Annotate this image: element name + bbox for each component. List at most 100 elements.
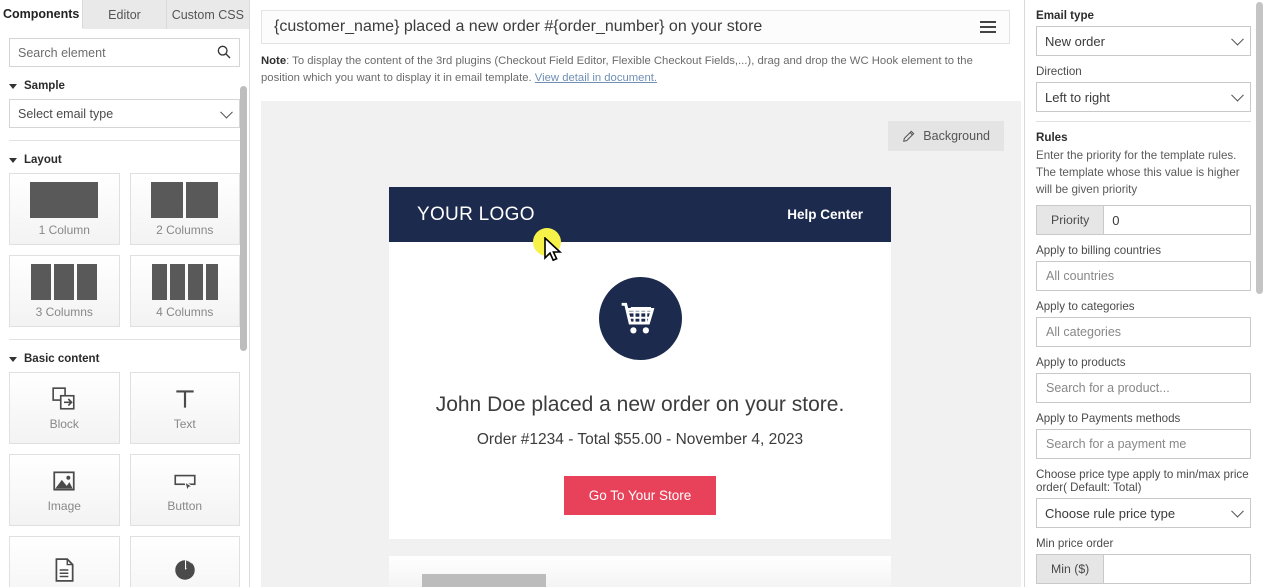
select-email-type[interactable]: Select email type <box>9 99 240 128</box>
note-link[interactable]: View detail in document. <box>535 72 657 84</box>
note-prefix: Note <box>261 55 287 67</box>
min-price-label: Min price order <box>1036 537 1114 551</box>
search-input[interactable] <box>9 38 240 67</box>
chevron-down-icon <box>1231 32 1244 46</box>
direction-value: Left to right <box>1045 89 1111 105</box>
column-preview-icon <box>31 263 98 300</box>
section-layout-label: Layout <box>24 154 62 166</box>
price-type-value: Choose rule price type <box>1045 505 1176 521</box>
content-item-document[interactable] <box>9 536 120 587</box>
panel-divider <box>1036 121 1251 122</box>
email-headline: John Doe placed a new order on your stor… <box>435 393 845 416</box>
cart-badge <box>598 277 682 360</box>
email-fade-strip <box>389 556 891 587</box>
direction-label: Direction <box>1036 65 1082 78</box>
chevron-down-icon <box>9 83 17 89</box>
content-item-label: Block <box>49 416 79 431</box>
email-header: YOUR LOGO Help Center <box>389 187 891 242</box>
email-logo: YOUR LOGO <box>417 203 535 225</box>
help-center-link[interactable]: Help Center <box>787 207 863 222</box>
email-body: John Doe placed a new order on your stor… <box>389 242 891 539</box>
email-subline: Order #1234 - Total $55.00 - November 4,… <box>476 431 804 448</box>
min-price-input[interactable] <box>1103 554 1251 585</box>
tab-components-label: Components <box>2 7 80 21</box>
sidebar-scrollbar[interactable] <box>240 86 247 351</box>
column-preview-icon <box>30 181 99 218</box>
tab-custom-css-label: Custom CSS <box>171 7 244 22</box>
settings-panel-scrollbar[interactable] <box>1256 2 1263 294</box>
subject-text: {customer_name} placed a new order #{ord… <box>274 18 763 35</box>
priority-addon-label: Priority <box>1036 205 1104 236</box>
section-sample[interactable]: Sample <box>9 80 240 92</box>
subject-row: {customer_name} placed a new order #{ord… <box>250 0 1024 44</box>
price-type-label: Choose price type apply to min/max price… <box>1036 468 1249 495</box>
tab-editor-label: Editor <box>108 7 141 22</box>
chevron-down-icon <box>1231 505 1244 518</box>
chevron-down-icon <box>9 356 17 362</box>
content-item-label: Image <box>47 498 81 513</box>
button-icon <box>174 474 196 492</box>
layout-item-label: 1 Column <box>38 222 90 237</box>
editor-note: Note: To display the content of the 3rd … <box>250 44 1024 87</box>
layout-item-2-columns[interactable]: 2 Columns <box>129 173 240 245</box>
payments-input[interactable]: Search for a payment me <box>1036 429 1251 460</box>
content-item-button[interactable]: Button <box>129 454 240 526</box>
chevron-down-icon <box>9 157 17 163</box>
layout-grid: 1 Column 2 Columns 3 Columns 4 Columns <box>9 173 240 327</box>
chevron-down-icon <box>1231 88 1244 102</box>
app-root: Components Editor Custom CSS Sample Sele… <box>0 0 1265 587</box>
content-item-image[interactable]: Image <box>9 454 120 526</box>
block-icon <box>52 386 75 410</box>
payments-label: Apply to Payments methods <box>1036 412 1181 426</box>
priority-input[interactable]: 0 <box>1103 205 1251 236</box>
chevron-down-icon <box>220 105 233 119</box>
priority-group: Priority 0 <box>1036 205 1251 236</box>
background-button-label: Background <box>923 129 990 143</box>
layout-item-1-column[interactable]: 1 Column <box>9 173 120 245</box>
products-label: Apply to products <box>1036 356 1126 370</box>
billing-countries-input[interactable]: All countries <box>1036 261 1251 292</box>
shopping-cart-icon <box>621 302 655 333</box>
sidebar-divider <box>9 140 240 141</box>
section-layout[interactable]: Layout <box>9 154 240 166</box>
content-item-block[interactable]: Block <box>9 372 120 444</box>
rules-help-text: Enter the priority for the template rule… <box>1036 149 1240 196</box>
hamburger-menu-icon[interactable] <box>977 18 999 36</box>
basic-content-grid: Block Text Image Button <box>9 372 240 587</box>
email-type-select[interactable]: New order <box>1036 26 1251 56</box>
min-price-group: Min ($) <box>1036 554 1251 585</box>
preview-canvas: Background YOUR LOGO Help Center John Do… <box>261 101 1021 587</box>
content-item-text[interactable]: Text <box>129 372 240 444</box>
direction-select[interactable]: Left to right <box>1036 82 1251 112</box>
tab-components[interactable]: Components <box>0 0 84 29</box>
pie-chart-icon <box>175 559 195 580</box>
section-basic-content[interactable]: Basic content <box>9 353 240 365</box>
layout-item-3-columns[interactable]: 3 Columns <box>9 255 120 327</box>
layout-item-4-columns[interactable]: 4 Columns <box>129 255 240 327</box>
subject-field[interactable]: {customer_name} placed a new order #{ord… <box>261 10 1010 44</box>
email-editor-canvas-area: {customer_name} placed a new order #{ord… <box>250 0 1024 587</box>
mouse-cursor-icon <box>544 237 563 262</box>
ghost-placeholder-block <box>422 574 546 587</box>
categories-input[interactable]: All categories <box>1036 317 1251 348</box>
products-input[interactable]: Search for a product... <box>1036 373 1251 404</box>
content-item-pie-chart[interactable] <box>129 536 240 587</box>
email-preview: YOUR LOGO Help Center John Doe placed a <box>389 187 891 539</box>
tab-editor[interactable]: Editor <box>83 0 167 29</box>
sidebar-tabs: Components Editor Custom CSS <box>0 0 249 29</box>
go-to-store-button[interactable]: Go To Your Store <box>563 476 717 515</box>
pencil-icon <box>903 130 915 142</box>
select-email-type-value: Select email type <box>18 106 114 121</box>
email-type-label: Email type <box>1036 9 1094 22</box>
content-item-label: Button <box>167 498 203 513</box>
tab-custom-css[interactable]: Custom CSS <box>166 0 249 29</box>
background-button[interactable]: Background <box>888 121 1004 151</box>
email-type-value: New order <box>1045 33 1105 49</box>
sidebar-body: Sample Select email type Layout 1 Column… <box>0 38 249 587</box>
image-icon <box>53 470 75 491</box>
categories-label: Apply to categories <box>1036 300 1135 314</box>
price-type-select[interactable]: Choose rule price type <box>1036 498 1251 529</box>
settings-panel: Email type New order Direction Left to r… <box>1024 0 1265 587</box>
components-sidebar: Components Editor Custom CSS Sample Sele… <box>0 0 250 587</box>
document-icon <box>55 557 74 582</box>
